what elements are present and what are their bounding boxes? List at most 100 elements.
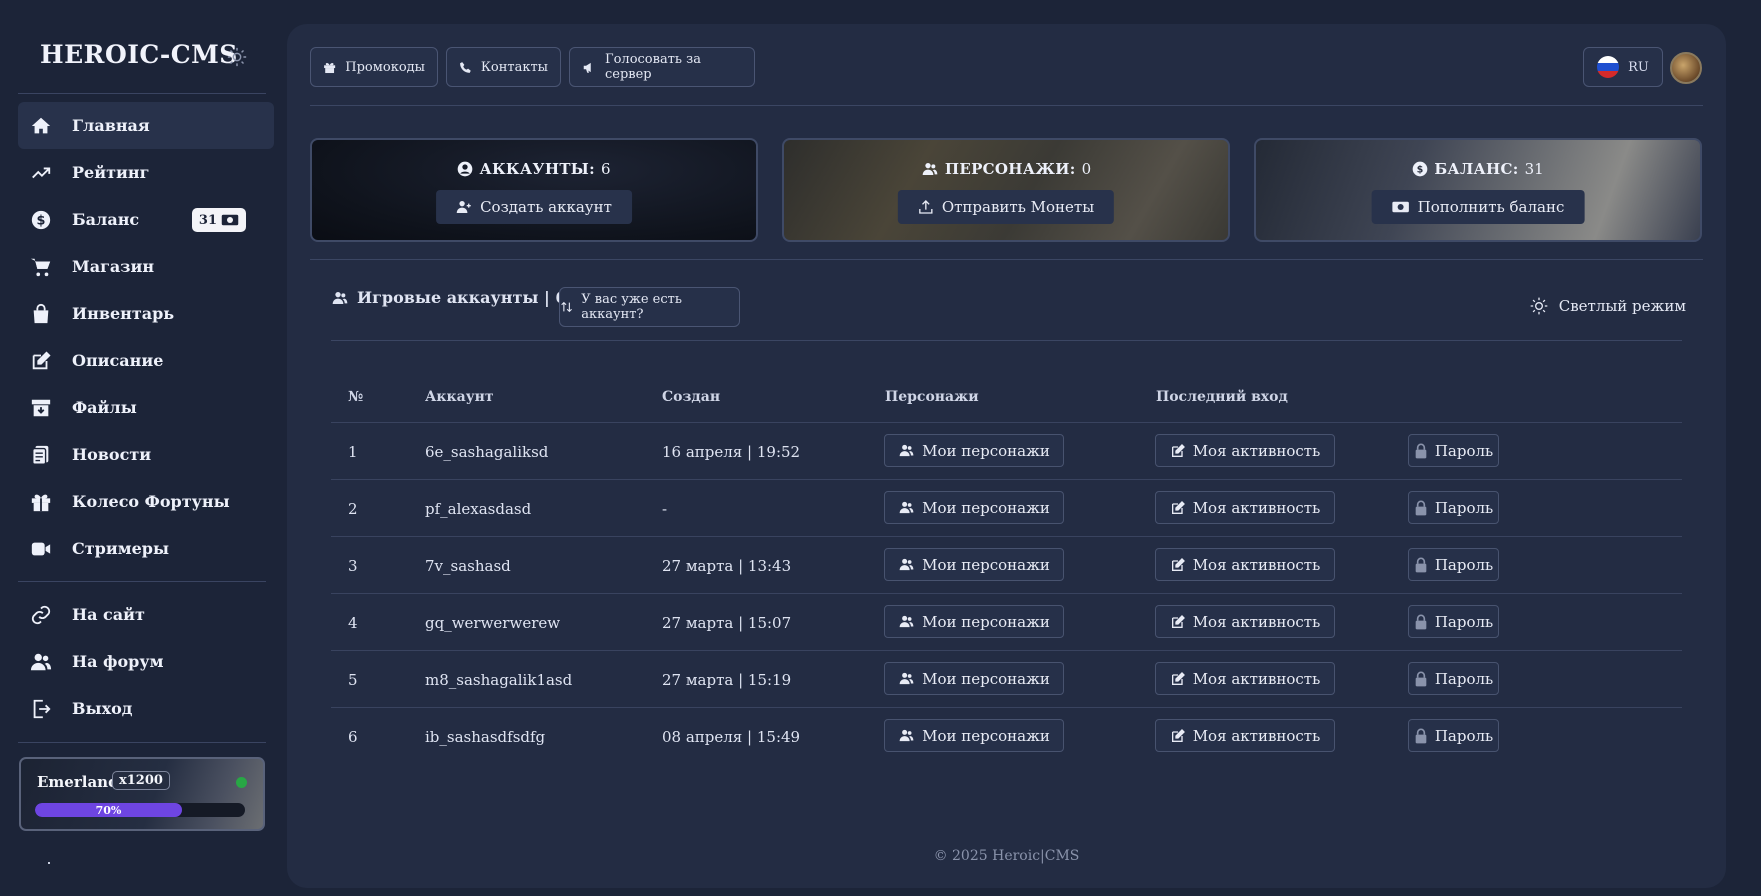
my-activity-button[interactable]: Моя активность xyxy=(1155,719,1335,752)
sidebar-item-label: Файлы xyxy=(72,398,137,417)
table-row: 5 m8_sashagalik1asd 27 марта | 15:19 Мои пе… xyxy=(331,650,1682,713)
my-activity-button[interactable]: Моя активность xyxy=(1155,662,1335,695)
my-characters-button[interactable]: Мои персонажи xyxy=(884,491,1064,524)
my-characters-label: Мои персонажи xyxy=(922,498,1050,517)
balance-badge: 31 xyxy=(191,208,246,232)
sidebar-item-inventory[interactable]: Инвентарь xyxy=(18,290,274,337)
sidebar-item-logout[interactable]: Выход xyxy=(18,685,274,732)
users-icon xyxy=(30,651,52,673)
server-status-card[interactable]: Emerland x1200 70% xyxy=(19,757,265,831)
archive-download-icon xyxy=(30,397,52,419)
account-name: pf_alexasdasd xyxy=(425,500,532,518)
top-up-balance-button[interactable]: Пополнить баланс xyxy=(1371,190,1585,224)
sidebar-item-forum[interactable]: На форум xyxy=(18,638,274,685)
edit-icon xyxy=(1171,557,1185,571)
my-activity-button[interactable]: Моя активность xyxy=(1155,548,1335,581)
link-icon xyxy=(30,604,52,626)
sidebar-item-website[interactable]: На сайт xyxy=(18,591,274,638)
account-name: 6e_sashagaliksd xyxy=(425,443,549,461)
contacts-button[interactable]: Контакты xyxy=(446,47,561,87)
password-label: Пароль xyxy=(1434,498,1494,517)
sidebar-item-rating[interactable]: Рейтинг xyxy=(18,149,274,196)
password-label: Пароль xyxy=(1434,726,1494,745)
sidebar-item-description[interactable]: Описание xyxy=(18,337,274,384)
sidebar-item-news[interactable]: Новости xyxy=(18,431,274,478)
light-mode-toggle[interactable]: Светлый режим xyxy=(1529,296,1686,316)
top-up-balance-label: Пополнить баланс xyxy=(1417,198,1565,216)
password-button[interactable]: Пароль xyxy=(1408,548,1499,581)
created-date: 27 марта | 15:19 xyxy=(662,671,792,689)
sidebar-item-files[interactable]: Файлы xyxy=(18,384,274,431)
my-characters-button[interactable]: Мои персонажи xyxy=(884,605,1064,638)
sidebar-item-shop[interactable]: Магазин xyxy=(18,243,274,290)
my-activity-button[interactable]: Моя активность xyxy=(1155,434,1335,467)
user-avatar[interactable] xyxy=(1670,52,1702,84)
sidebar-item-label: Магазин xyxy=(72,257,155,276)
row-number: 6 xyxy=(348,728,358,746)
users-icon xyxy=(899,501,914,514)
promo-codes-label: Промокоды xyxy=(345,59,425,75)
users-icon xyxy=(899,558,914,571)
swap-arrows-icon xyxy=(561,301,572,313)
my-characters-button[interactable]: Мои персонажи xyxy=(884,548,1064,581)
have-account-label: У вас уже есть аккаунт? xyxy=(581,292,682,322)
sun-icon xyxy=(1530,297,1548,315)
column-header-characters: Персонажи xyxy=(885,389,979,405)
password-button[interactable]: Пароль xyxy=(1408,434,1499,467)
my-characters-button[interactable]: Мои персонажи xyxy=(884,662,1064,695)
header-divider xyxy=(310,105,1703,106)
my-characters-button[interactable]: Мои персонажи xyxy=(884,434,1064,467)
language-selector[interactable]: RU xyxy=(1583,47,1663,87)
promo-codes-button[interactable]: Промокоды xyxy=(310,47,438,87)
password-button[interactable]: Пароль xyxy=(1408,662,1499,695)
send-coins-label: Отправить Монеты xyxy=(941,198,1095,216)
password-label: Пароль xyxy=(1434,612,1494,631)
sun-icon[interactable] xyxy=(226,46,248,68)
column-header-created: Создан xyxy=(662,389,721,405)
characters-stat-label: ПЕРСОНАЖИ: xyxy=(944,160,1076,178)
lock-icon xyxy=(1415,557,1427,572)
vote-label: Голосовать за сервер xyxy=(605,52,701,82)
sidebar-item-balance[interactable]: $ Баланс 31 xyxy=(18,196,274,243)
created-date: 16 апреля | 19:52 xyxy=(662,443,801,461)
accounts-stat-label: АККАУНТЫ: xyxy=(479,160,595,178)
footer-copyright: © 2025 Heroic|CMS xyxy=(933,848,1080,864)
password-button[interactable]: Пароль xyxy=(1408,719,1499,752)
light-mode-label: Светлый режим xyxy=(1558,297,1686,315)
my-activity-button[interactable]: Моя активность xyxy=(1155,491,1335,524)
vote-button[interactable]: Голосовать за сервер xyxy=(569,47,755,87)
password-button[interactable]: Пароль xyxy=(1408,491,1499,524)
upload-icon xyxy=(919,200,933,214)
users-icon xyxy=(899,672,914,685)
password-button[interactable]: Пароль xyxy=(1408,605,1499,638)
russia-flag-icon xyxy=(1597,56,1620,78)
megaphone-icon xyxy=(583,62,591,73)
edit-icon xyxy=(1171,500,1185,514)
have-account-button[interactable]: У вас уже есть аккаунт? xyxy=(559,287,740,327)
sidebar-item-label: Выход xyxy=(72,699,133,718)
sidebar-divider xyxy=(18,93,266,94)
my-characters-button[interactable]: Мои персонажи xyxy=(884,719,1064,752)
balance-stat-label: БАЛАНС: xyxy=(1434,160,1519,178)
accounts-stat-title: АККАУНТЫ: 6 xyxy=(312,160,756,178)
brand-logo[interactable]: HEROIC-CMS xyxy=(40,40,238,69)
table-row: 1 6e_sashagaliksd 16 апреля | 19:52 Мои пер… xyxy=(331,422,1682,485)
sidebar-item-fortune-wheel[interactable]: Колесо Фортуны xyxy=(18,478,274,525)
sidebar-item-label: Стримеры xyxy=(72,539,170,558)
lock-icon xyxy=(1415,728,1427,743)
main-panel: Промокоды Контакты Голосовать за сервер … xyxy=(287,24,1726,888)
send-coins-button[interactable]: Отправить Монеты xyxy=(897,190,1115,224)
balance-stat-value: 31 xyxy=(1524,160,1544,178)
sidebar-item-label: Инвентарь xyxy=(72,304,175,323)
stats-divider xyxy=(310,259,1703,260)
sidebar-item-home[interactable]: Главная xyxy=(18,102,274,149)
my-characters-label: Мои персонажи xyxy=(922,441,1050,460)
accounts-stat-card: АККАУНТЫ: 6 Создать аккаунт xyxy=(310,138,758,242)
sidebar-item-streamers[interactable]: Стримеры xyxy=(18,525,274,572)
row-number: 5 xyxy=(348,671,358,689)
my-activity-button[interactable]: Моя активность xyxy=(1155,605,1335,638)
created-date: - xyxy=(662,500,668,518)
svg-text:$: $ xyxy=(37,213,46,228)
create-account-button[interactable]: Создать аккаунт xyxy=(436,190,632,224)
sidebar-item-label: Описание xyxy=(72,351,164,370)
